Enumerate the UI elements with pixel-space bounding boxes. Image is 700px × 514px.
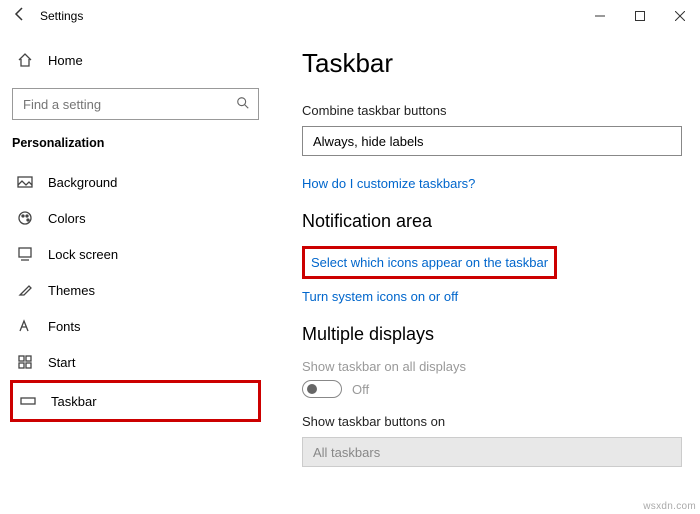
sidebar-item-label: Start xyxy=(48,355,75,370)
search-icon xyxy=(236,96,250,113)
sidebar-item-fonts[interactable]: Fonts xyxy=(0,308,271,344)
back-button[interactable] xyxy=(0,6,40,27)
highlight-box-select-icons: Select which icons appear on the taskbar xyxy=(302,246,557,279)
watermark: wsxdn.com xyxy=(643,501,696,512)
show-buttons-label: Show taskbar buttons on xyxy=(302,414,692,429)
search-input[interactable] xyxy=(21,96,236,113)
sidebar-item-start[interactable]: Start xyxy=(0,344,271,380)
select-icons-link[interactable]: Select which icons appear on the taskbar xyxy=(311,255,548,270)
notification-heading: Notification area xyxy=(302,211,692,232)
start-icon xyxy=(16,354,34,370)
show-all-toggle[interactable] xyxy=(302,380,342,398)
title-bar: Settings xyxy=(0,0,700,32)
taskbar-icon xyxy=(19,393,37,409)
customize-link[interactable]: How do I customize taskbars? xyxy=(302,176,692,191)
close-button[interactable] xyxy=(660,0,700,32)
page-heading: Taskbar xyxy=(302,48,700,79)
sidebar-item-label: Lock screen xyxy=(48,247,118,262)
combine-select[interactable]: Always, hide labels xyxy=(302,126,682,156)
brush-icon xyxy=(16,282,34,298)
sidebar-item-lockscreen[interactable]: Lock screen xyxy=(0,236,271,272)
palette-icon xyxy=(16,210,34,226)
sidebar-item-label: Themes xyxy=(48,283,95,298)
sidebar-item-label: Taskbar xyxy=(51,394,97,409)
multiple-displays-heading: Multiple displays xyxy=(302,324,692,345)
combine-label: Combine taskbar buttons xyxy=(302,103,692,118)
picture-icon xyxy=(16,174,34,190)
show-buttons-value: All taskbars xyxy=(313,445,380,460)
toggle-knob xyxy=(307,384,317,394)
sidebar: Home Personalization Background Colors xyxy=(0,32,272,514)
content-pane: Taskbar Combine taskbar buttons Always, … xyxy=(272,32,700,514)
sidebar-item-label: Fonts xyxy=(48,319,81,334)
system-icons-link[interactable]: Turn system icons on or off xyxy=(302,289,692,304)
sidebar-item-home[interactable]: Home xyxy=(0,42,271,78)
sidebar-section-label: Personalization xyxy=(0,136,271,150)
sidebar-item-label: Colors xyxy=(48,211,86,226)
lock-icon xyxy=(16,246,34,262)
search-box[interactable] xyxy=(12,88,259,120)
sidebar-item-colors[interactable]: Colors xyxy=(0,200,271,236)
highlight-box-taskbar: Taskbar xyxy=(10,380,261,422)
minimize-button[interactable] xyxy=(580,0,620,32)
sidebar-item-label: Background xyxy=(48,175,117,190)
home-icon xyxy=(16,52,34,68)
show-buttons-select[interactable]: All taskbars xyxy=(302,437,682,467)
font-icon xyxy=(16,318,34,334)
toggle-state-text: Off xyxy=(352,382,369,397)
sidebar-home-label: Home xyxy=(48,53,83,68)
show-all-label: Show taskbar on all displays xyxy=(302,359,692,374)
sidebar-item-themes[interactable]: Themes xyxy=(0,272,271,308)
sidebar-item-background[interactable]: Background xyxy=(0,164,271,200)
window-title: Settings xyxy=(40,9,83,23)
sidebar-item-taskbar[interactable]: Taskbar xyxy=(13,383,258,419)
maximize-button[interactable] xyxy=(620,0,660,32)
combine-value: Always, hide labels xyxy=(313,134,424,149)
